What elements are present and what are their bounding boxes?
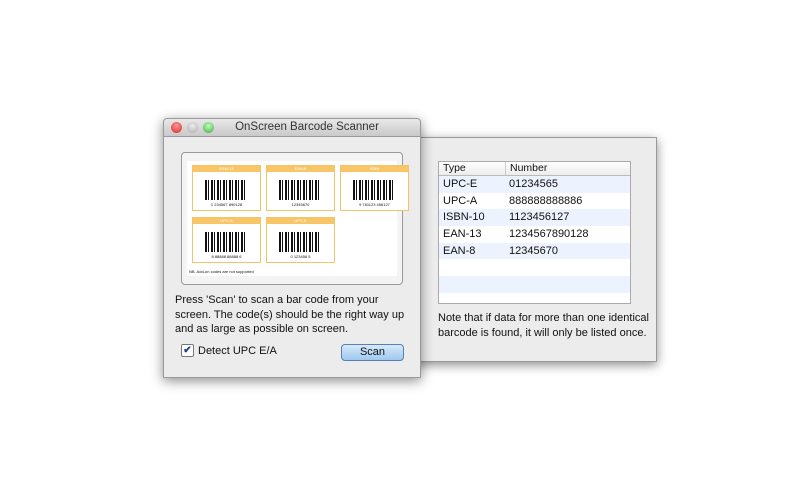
barcode-card: EAN-8 12345670	[266, 165, 335, 211]
barcode-card: UPC-E 0 123456 5	[266, 217, 335, 263]
table-row[interactable]: ISBN-10 1123456127	[439, 209, 630, 227]
cell-number: 888888888886	[509, 194, 583, 207]
barcode-image	[353, 180, 395, 200]
duplicate-note: Note that if data for more than one iden…	[438, 312, 649, 339]
scan-button[interactable]: Scan	[341, 344, 404, 361]
window-title: OnScreen Barcode Scanner	[235, 121, 379, 133]
barcode-card: EAN-13 1 234567 890128	[192, 165, 261, 211]
detect-upc-checkbox[interactable]: ✔ Detect UPC E/A	[181, 344, 277, 357]
cell-type: UPC-E	[443, 178, 478, 190]
cell-number: 1123456127	[509, 211, 570, 224]
barcode-preview: NB. Add-on codes are not supported EAN-1…	[181, 152, 409, 285]
table-row[interactable]: EAN-13 1234567890128	[439, 226, 630, 243]
barcode-image	[205, 180, 247, 200]
barcode-image	[279, 232, 321, 252]
table-header: Type Number	[439, 162, 630, 176]
title-bar[interactable]: OnScreen Barcode Scanner	[164, 119, 420, 137]
cell-type: EAN-8	[443, 244, 476, 257]
barcode-image	[205, 232, 247, 252]
results-table[interactable]: Type Number UPC-E 01234565 UPC-A 8888888888…	[438, 161, 631, 304]
table-row[interactable]: UPC-E 01234565	[439, 176, 630, 193]
detect-upc-label: Detect UPC E/A	[198, 344, 277, 357]
table-row[interactable]: EAN-8 12345670	[439, 242, 630, 260]
cell-type: UPC-A	[443, 194, 478, 207]
table-row[interactable]: UPC-A 888888888886	[439, 193, 630, 210]
column-number[interactable]: Number	[506, 162, 547, 175]
barcode-digits: 12345670	[291, 202, 310, 207]
checkmark-icon[interactable]: ✔	[181, 344, 194, 357]
barcode-card: ISBN 9 781123 456127	[340, 165, 409, 211]
table-row[interactable]	[439, 276, 630, 293]
barcode-type: ISBN	[341, 166, 408, 172]
barcode-card: UPC-A 8 88888 88888 6	[192, 217, 261, 263]
barcode-type: EAN-8	[267, 166, 334, 172]
cell-type: ISBN-10	[443, 211, 485, 224]
results-drawer: Type Number UPC-E 01234565 UPC-A 8888888888…	[412, 137, 657, 362]
barcode-digits: 8 88888 88888 6	[211, 254, 242, 259]
main-window: OnScreen Barcode Scanner NB. Add-on code…	[163, 118, 421, 378]
cell-type: EAN-13	[443, 228, 482, 241]
barcode-image	[279, 180, 321, 200]
instructions-text: Press 'Scan' to scan a bar code from you…	[175, 294, 405, 335]
table-row[interactable]	[439, 259, 630, 276]
barcode-type: UPC-A	[193, 218, 260, 224]
barcode-digits: 0 123456 5	[290, 254, 311, 259]
cell-number: 01234565	[509, 178, 558, 190]
preview-footnote: NB. Add-on codes are not supported	[189, 269, 254, 274]
column-type[interactable]: Type	[439, 162, 506, 175]
barcode-type: EAN-13	[193, 166, 260, 172]
cell-number: 1234567890128	[509, 228, 589, 241]
barcode-digits: 1 234567 890128	[210, 202, 243, 207]
barcode-type: UPC-E	[267, 218, 334, 224]
cell-number: 12345670	[509, 244, 558, 257]
barcode-digits: 9 781123 456127	[359, 202, 390, 207]
